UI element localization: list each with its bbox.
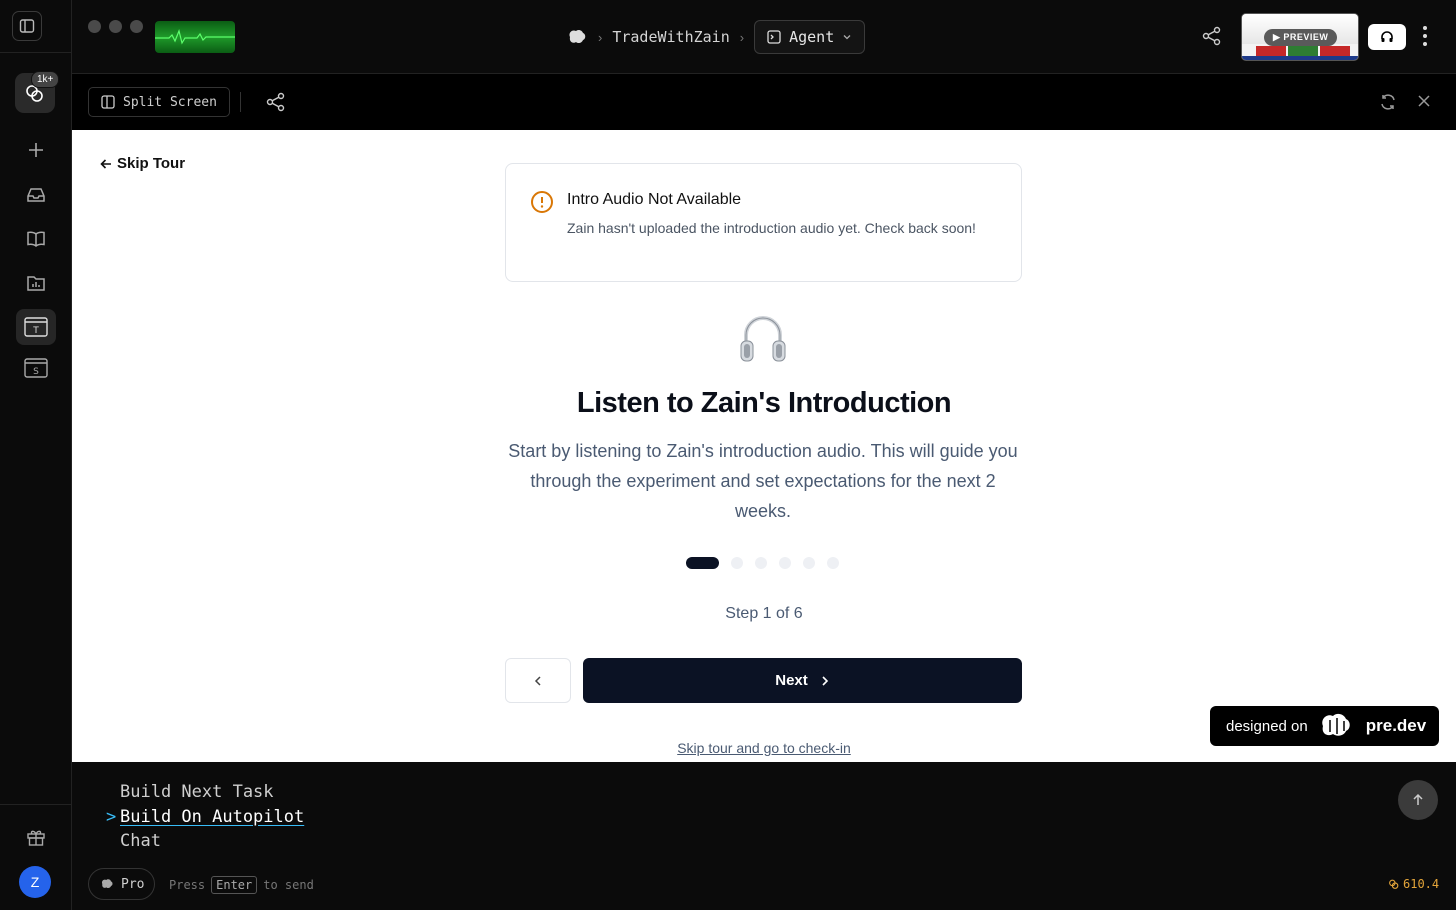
support-button[interactable]: [1368, 24, 1406, 50]
skip-tour-button[interactable]: Skip Tour: [100, 155, 185, 172]
top-bar: › TradeWithZain › Agent ▶ PREVIEW: [72, 0, 1456, 74]
tour-panel: Skip Tour Intro Audio Not Available Zain…: [72, 130, 1456, 762]
arrow-up-icon: [1413, 793, 1423, 805]
alert-description: Zain hasn't uploaded the introduction au…: [567, 220, 976, 236]
arrow-left-icon: [100, 158, 111, 169]
action-menu: Build Next Task > Build On Autopilot Chat: [106, 780, 304, 854]
sidebar-toggle-icon[interactable]: [12, 11, 42, 41]
next-label: Next: [775, 672, 808, 689]
alert-title: Intro Audio Not Available: [567, 191, 742, 208]
new-project-button[interactable]: [22, 136, 50, 164]
preview-play-button[interactable]: ▶ PREVIEW: [1264, 29, 1338, 46]
designed-on-text: designed on: [1226, 717, 1308, 735]
docs-button[interactable]: [22, 225, 50, 253]
brand-name: pre.dev: [1365, 716, 1427, 735]
step-dot[interactable]: [803, 557, 815, 569]
plus-icon: [29, 143, 43, 157]
reports-button[interactable]: [22, 269, 50, 297]
gift-icon: [27, 830, 45, 846]
mode-label: Agent: [789, 28, 835, 46]
share-button[interactable]: [1202, 26, 1222, 51]
credits-badge: 1k+: [31, 71, 60, 88]
audio-alert: Intro Audio Not Available Zain hasn't up…: [505, 163, 1022, 282]
rail-divider-bottom: [0, 804, 71, 805]
toolbar-divider: [240, 92, 241, 112]
breadcrumb: › TradeWithZain › Agent: [566, 20, 866, 54]
action-option[interactable]: Build Next Task: [106, 780, 304, 805]
svg-text:S: S: [33, 367, 39, 377]
tour-title: Listen to Zain's Introduction: [576, 387, 952, 419]
plan-label: Pro: [121, 876, 145, 892]
next-button[interactable]: Next: [583, 658, 1022, 703]
step-dot[interactable]: [731, 557, 743, 569]
headphones-icon: [740, 316, 786, 362]
share-icon: [1202, 26, 1221, 46]
mode-dropdown[interactable]: Agent: [754, 20, 866, 54]
template-s-icon: S: [24, 358, 48, 378]
brain-logo-icon: [1322, 713, 1350, 736]
brain-logo-icon[interactable]: [566, 28, 588, 46]
send-button[interactable]: [1398, 780, 1438, 820]
share-icon: [266, 92, 285, 112]
audio-waveform: [155, 21, 235, 53]
action-option-selected[interactable]: > Build On Autopilot: [106, 805, 304, 830]
chevron-down-icon: [843, 35, 851, 40]
close-icon: [1418, 95, 1430, 107]
refresh-icon: [1381, 94, 1395, 110]
split-screen-button[interactable]: Split Screen: [88, 87, 230, 117]
credit-cost: 610.4: [1388, 877, 1439, 891]
rail-divider: [0, 52, 71, 53]
enter-key: Enter: [211, 876, 258, 894]
chevron-right-icon: [822, 675, 828, 686]
refresh-button[interactable]: [1379, 93, 1397, 116]
designed-on-badge[interactable]: designed on pre.dev: [1210, 706, 1439, 746]
coins-icon: [1389, 879, 1399, 889]
brain-logo-icon: [101, 879, 113, 889]
template-t-icon: T: [24, 317, 48, 337]
chevron-left-icon: [534, 675, 541, 686]
step-label: Step 1 of 6: [725, 605, 803, 622]
plan-badge[interactable]: Pro: [88, 868, 156, 900]
send-hint: Press Enter to send: [169, 876, 314, 894]
headset-icon: [1381, 31, 1393, 42]
left-rail: 1k+ T S Z: [0, 0, 72, 910]
action-option[interactable]: Chat: [106, 829, 304, 854]
previous-button[interactable]: [505, 658, 571, 703]
inbox-button[interactable]: [22, 181, 50, 209]
template-s-button[interactable]: S: [22, 354, 50, 382]
step-dot-active[interactable]: [686, 557, 719, 569]
avatar[interactable]: Z: [19, 866, 51, 898]
preview-toolbar: Split Screen: [72, 74, 1456, 130]
preview-thumbnail[interactable]: ▶ PREVIEW: [1241, 13, 1359, 61]
book-icon: [27, 231, 45, 247]
prompt-area: Build Next Task > Build On Autopilot Chat…: [72, 762, 1456, 910]
step-dot[interactable]: [755, 557, 767, 569]
skip-tour-label: Skip Tour: [117, 155, 186, 172]
close-preview-button[interactable]: [1417, 94, 1431, 113]
split-screen-label: Split Screen: [123, 94, 217, 110]
window-controls[interactable]: [88, 20, 143, 33]
terminal-icon: [767, 30, 781, 44]
template-t-button[interactable]: T: [16, 309, 56, 345]
more-vertical-icon: [1423, 26, 1427, 46]
more-menu-button[interactable]: [1422, 25, 1428, 52]
gift-button[interactable]: [22, 823, 50, 851]
inbox-icon: [27, 188, 45, 202]
tour-description: Start by listening to Zain's introductio…: [508, 441, 1018, 521]
step-dot[interactable]: [779, 557, 791, 569]
warning-circle-icon: [531, 191, 553, 213]
step-dot[interactable]: [827, 557, 839, 569]
breadcrumb-project[interactable]: TradeWithZain: [612, 28, 729, 46]
columns-icon: [101, 95, 115, 109]
step-indicator: [686, 557, 839, 569]
folder-chart-icon: [27, 276, 45, 291]
svg-text:T: T: [32, 326, 39, 336]
share-preview-button[interactable]: [266, 92, 286, 117]
